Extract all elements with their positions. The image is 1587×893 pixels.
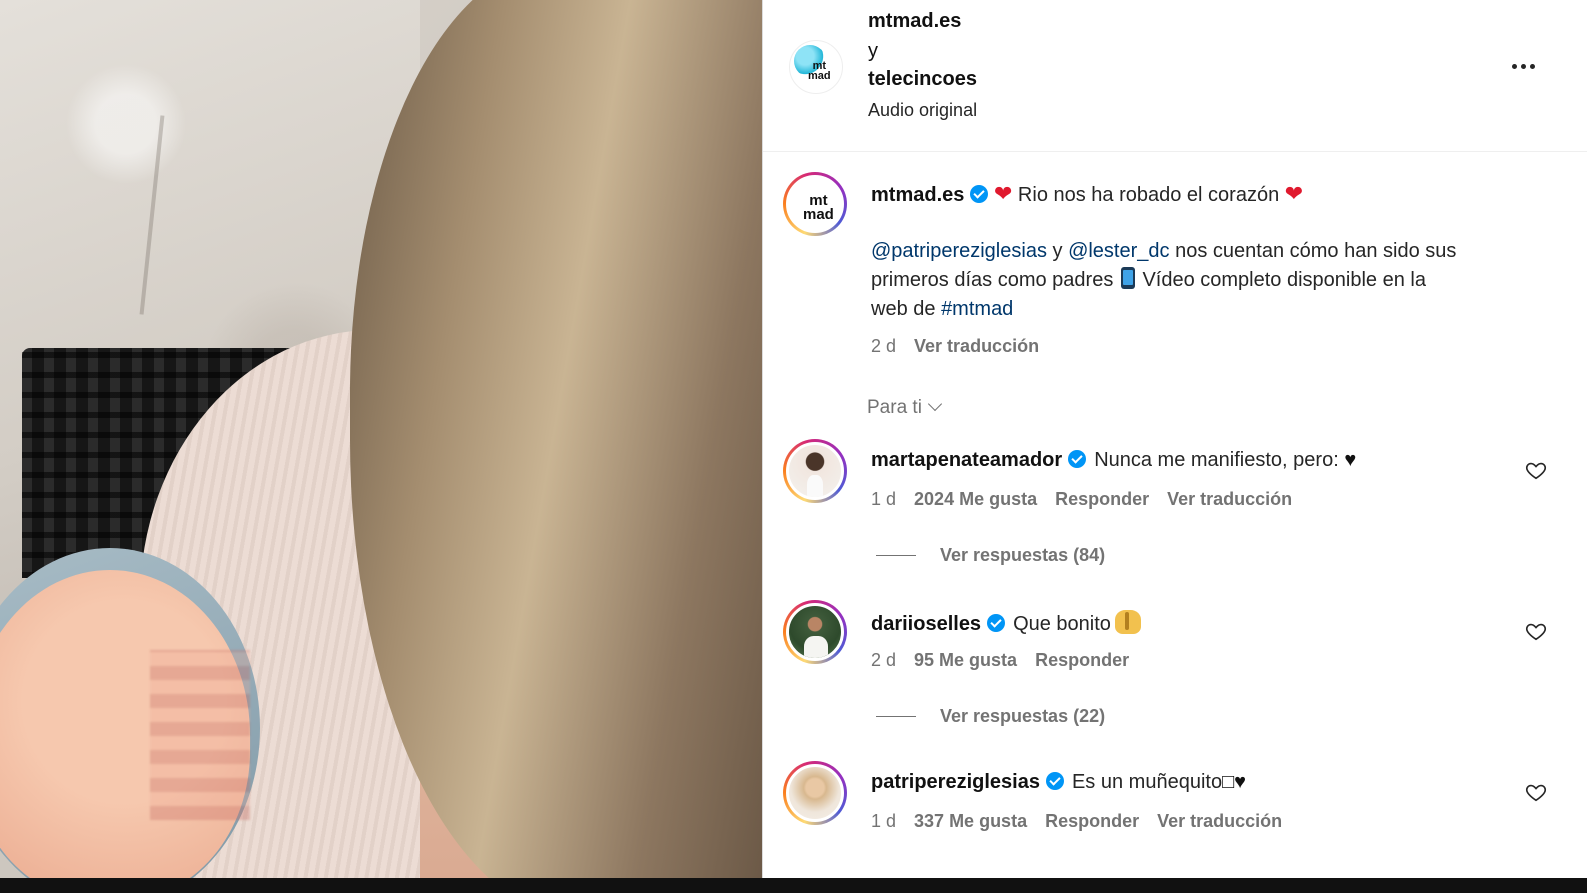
- likes-count[interactable]: 337 Me gusta: [914, 811, 1027, 831]
- caption-line-4: web de #mtmad: [871, 295, 1013, 324]
- reply-button[interactable]: Responder: [1045, 811, 1139, 831]
- verified-badge-icon: [1045, 772, 1064, 790]
- caption-text: nos cuentan cómo han sido sus: [1169, 240, 1457, 262]
- comment-username[interactable]: patripereziglesias: [871, 771, 1040, 793]
- comment-sort-dropdown[interactable]: Para ti: [867, 396, 942, 419]
- replies-label: Ver respuestas (22): [940, 706, 1106, 726]
- post-header: mt mad mtmad.es y telecincoes Audio orig…: [763, 0, 1587, 152]
- likes-count[interactable]: 2024 Me gusta: [914, 489, 1037, 509]
- red-heart-icon: ❤: [993, 181, 1013, 206]
- caption-text: primeros días como padres: [871, 269, 1119, 291]
- reply-button[interactable]: Responder: [1055, 489, 1149, 509]
- avatar-logo-text: mt mad: [808, 60, 831, 82]
- caption-avatar[interactable]: mt mad: [783, 172, 847, 236]
- caption-text: Rio nos ha robado el corazón: [1012, 184, 1285, 206]
- more-dot-icon: [1511, 63, 1517, 69]
- comment-text: Nunca me manifiesto, pero:: [1094, 449, 1339, 471]
- header-username-2[interactable]: telecincoes: [868, 68, 977, 91]
- replies-line: [876, 555, 916, 556]
- more-dot-icon: [1529, 63, 1535, 69]
- comment-meta: 1 d 337 Me gusta Responder Ver traducción: [871, 811, 1282, 832]
- black-heart-icon: ♥: [1344, 449, 1357, 471]
- comment-emoji: □♥: [1222, 771, 1247, 793]
- mention-link[interactable]: @lester_dc: [1068, 240, 1169, 262]
- caption-meta: 2 d Ver traducción: [871, 336, 1039, 357]
- mobile-phone-icon: [1120, 267, 1135, 289]
- verified-badge-icon: [1068, 450, 1087, 468]
- hashtag-link[interactable]: #mtmad: [941, 298, 1013, 320]
- photo-hair: [350, 0, 763, 893]
- verified-badge-icon: [970, 185, 989, 203]
- like-heart-icon[interactable]: [1525, 459, 1547, 481]
- replies-label: Ver respuestas (84): [940, 545, 1106, 565]
- caption-connector: y: [1046, 240, 1069, 262]
- verified-badge-icon: [987, 614, 1006, 632]
- caption-line-3: primeros días como padres Vídeo completo…: [871, 266, 1426, 295]
- comment-avatar[interactable]: [783, 439, 847, 503]
- caption-text: Vídeo completo disponible en la: [1136, 269, 1426, 291]
- comment-time[interactable]: 2 d: [871, 650, 896, 670]
- comment-text: Que bonito: [1013, 613, 1111, 635]
- comment-username[interactable]: martapenateamador: [871, 449, 1062, 471]
- comment-avatar[interactable]: [783, 761, 847, 825]
- comment-text: Es un muñequito: [1071, 771, 1223, 793]
- more-dot-icon: [1520, 63, 1526, 69]
- translate-link[interactable]: Ver traducción: [1157, 811, 1282, 831]
- caption-time[interactable]: 2 d: [871, 336, 896, 356]
- bottom-edge-bar: [0, 878, 1587, 893]
- comment-line: patripereziglesias Es un muñequito□♥: [871, 771, 1246, 794]
- comment-time[interactable]: 1 d: [871, 811, 896, 831]
- audio-link[interactable]: Audio original: [868, 100, 977, 121]
- translate-link[interactable]: Ver traducción: [1167, 489, 1292, 509]
- raised-hands-icon: [1114, 610, 1141, 634]
- like-heart-icon[interactable]: [1525, 620, 1547, 642]
- sort-label: Para ti: [867, 397, 922, 418]
- view-replies-button[interactable]: Ver respuestas (84): [876, 545, 1105, 566]
- comment-avatar[interactable]: [783, 600, 847, 664]
- comment-meta: 1 d 2024 Me gusta Responder Ver traducción: [871, 489, 1292, 510]
- view-replies-button[interactable]: Ver respuestas (22): [876, 706, 1105, 727]
- red-heart-icon: ❤: [1284, 181, 1304, 206]
- photo-pixelated-area: [150, 650, 250, 820]
- comment-username[interactable]: dariioselles: [871, 613, 981, 635]
- reply-button[interactable]: Responder: [1035, 650, 1129, 670]
- header-connector: y: [868, 40, 878, 62]
- post-photo: [0, 0, 763, 893]
- mention-link[interactable]: @patripereziglesias: [871, 240, 1047, 262]
- like-heart-icon[interactable]: [1525, 781, 1547, 803]
- header-username-1[interactable]: mtmad.es: [868, 10, 961, 33]
- comment-meta: 2 d 95 Me gusta Responder: [871, 650, 1129, 671]
- avatar-logo-text: mt mad: [803, 192, 834, 223]
- caption-username[interactable]: mtmad.es: [871, 184, 964, 206]
- replies-line: [876, 716, 916, 717]
- comment-time[interactable]: 1 d: [871, 489, 896, 509]
- translate-link[interactable]: Ver traducción: [914, 336, 1039, 356]
- comment-line: dariioselles Que bonito: [871, 610, 1141, 636]
- post-side-panel: mt mad mtmad.es y telecincoes Audio orig…: [763, 0, 1587, 893]
- caption-line-2: @patripereziglesias y @lester_dc nos cue…: [871, 237, 1456, 266]
- chevron-down-icon: [927, 396, 942, 412]
- likes-count[interactable]: 95 Me gusta: [914, 650, 1017, 670]
- caption-line-1: mtmad.es ❤ Rio nos ha robado el corazón …: [871, 181, 1303, 207]
- comment-line: martapenateamador Nunca me manifiesto, pe…: [871, 449, 1356, 472]
- more-options-button[interactable]: [1507, 52, 1539, 80]
- header-avatar[interactable]: mt mad: [789, 40, 843, 94]
- caption-text: web de: [871, 298, 942, 320]
